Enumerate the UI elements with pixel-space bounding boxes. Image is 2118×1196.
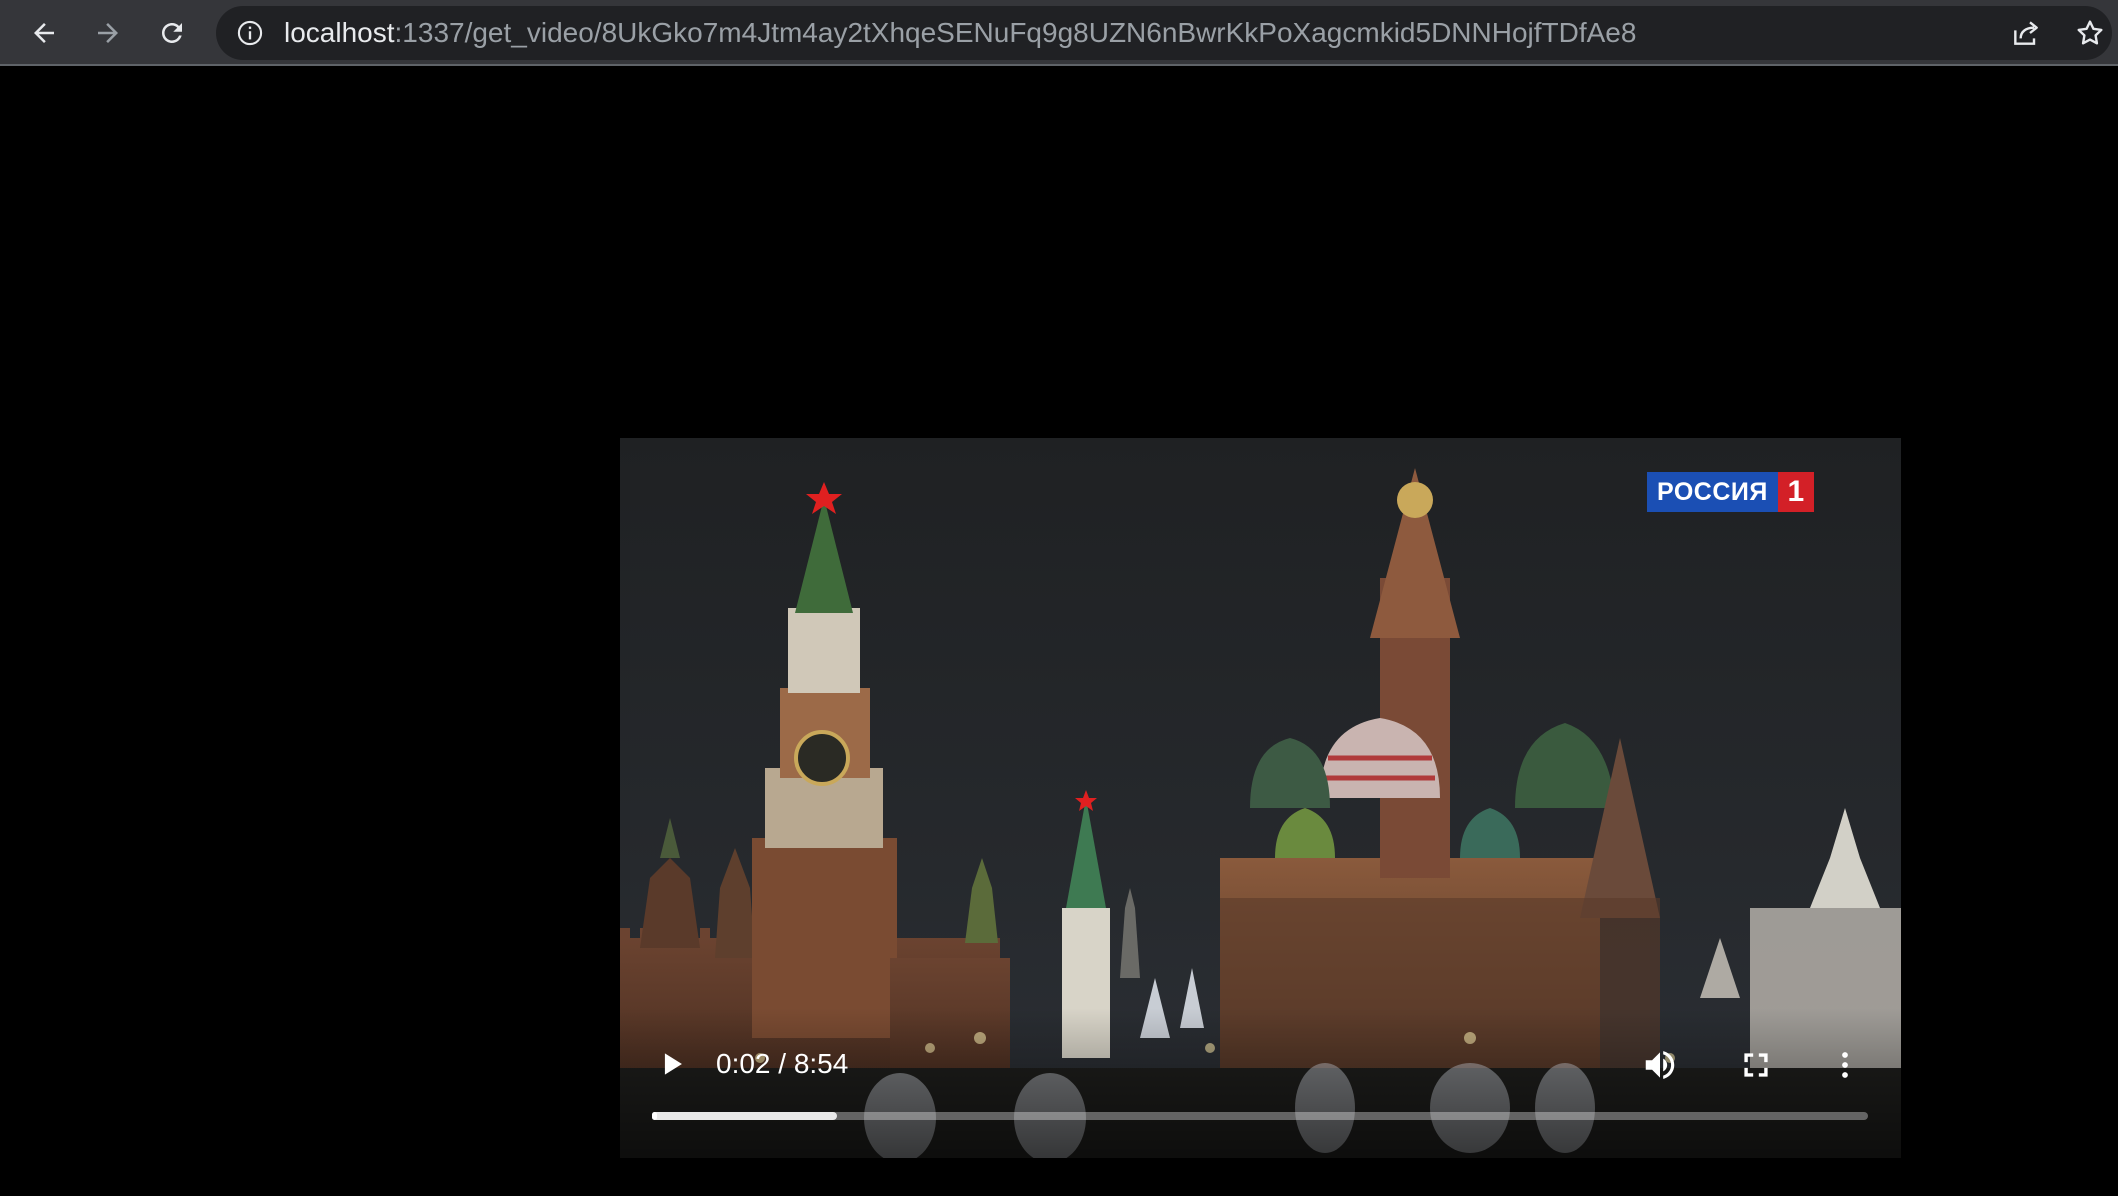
fullscreen-button[interactable] [1732,1041,1780,1089]
time-display: 0:02 / 8:54 [716,1048,849,1079]
channel-logo-text: РОССИЯ [1647,472,1778,512]
back-button[interactable] [20,9,68,57]
arrow-left-icon [34,23,54,43]
play-button[interactable] [650,1042,694,1086]
reload-button[interactable] [148,9,196,57]
share-button[interactable] [2008,15,2044,51]
reload-icon [162,23,182,43]
bookmark-button[interactable] [2072,15,2108,51]
info-icon[interactable] [236,19,264,47]
channel-logo: РОССИЯ 1 [1647,472,1814,512]
more-options-button[interactable] [1830,1041,1860,1089]
volume-button[interactable] [1636,1041,1684,1089]
url-text[interactable]: localhost:1337/get_video/8UkGko7m4Jtm4ay… [284,6,1636,60]
volume-icon [1645,1051,1675,1079]
channel-logo-number: 1 [1777,472,1814,512]
progress-buffered [652,1112,837,1120]
browser-toolbar: localhost:1337/get_video/8UkGko7m4Jtm4ay… [0,0,2118,66]
address-bar[interactable]: localhost:1337/get_video/8UkGko7m4Jtm4ay… [216,6,2112,60]
progress-played [652,1112,657,1120]
url-host: localhost [284,17,395,48]
forward-button[interactable] [84,9,132,57]
arrow-right-icon [98,23,118,43]
video-player[interactable]: РОССИЯ 1 0:02 / 8:54 [620,438,1901,1158]
url-path: :1337/get_video/8UkGko7m4Jtm4ay2tXhqeSEN… [394,17,1637,48]
share-icon [2014,21,2038,45]
more-vertical-icon [1842,1052,1848,1078]
play-icon [664,1053,682,1075]
progress-bar[interactable] [652,1112,1868,1120]
fullscreen-icon [1744,1053,1768,1077]
star-icon [2077,20,2103,45]
